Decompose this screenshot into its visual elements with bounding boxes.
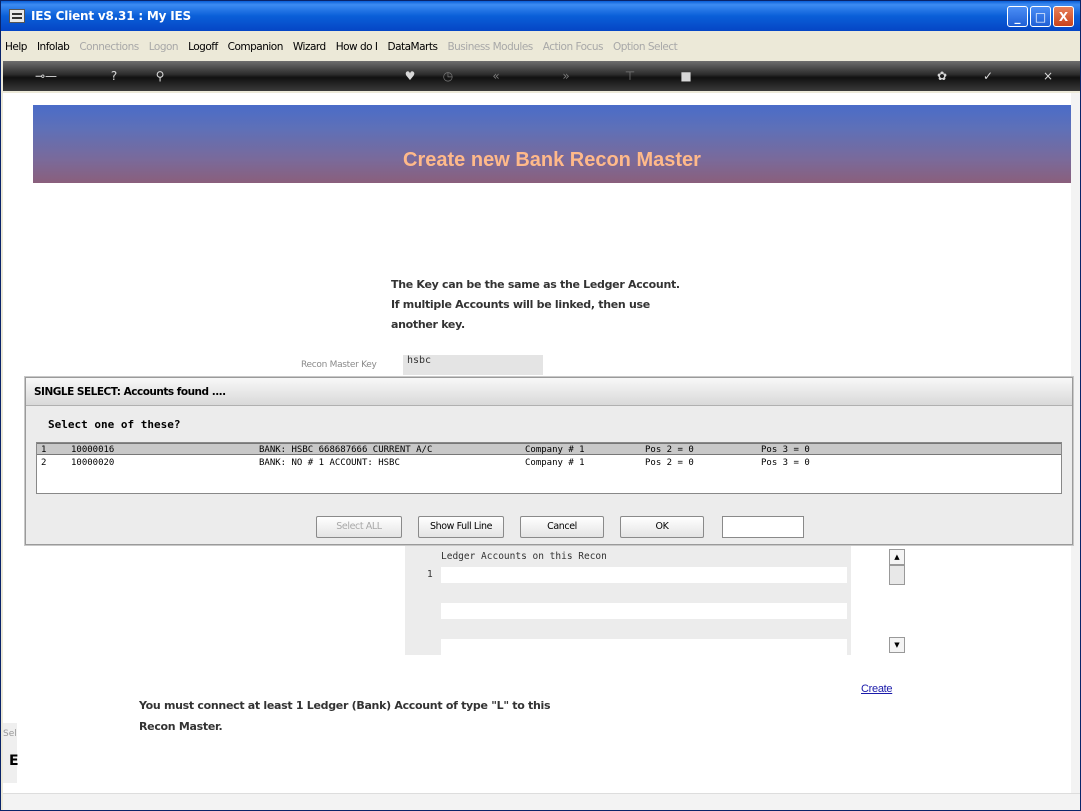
menu-action-focus: Action Focus xyxy=(542,41,604,53)
rewind-icon[interactable]: « xyxy=(487,68,505,84)
filter-input[interactable] xyxy=(722,516,804,538)
menu-help[interactable]: Help xyxy=(5,41,27,53)
close-button[interactable]: X xyxy=(1053,6,1074,27)
menu-business-modules: Business Modules xyxy=(447,41,533,53)
menu-bar: Help Infolab Connections Logon Logoff Co… xyxy=(5,37,687,57)
accounts-list: 1 10000016 BANK: HSBC 668687666 CURRENT … xyxy=(36,442,1062,494)
search-icon[interactable]: ⚲ xyxy=(151,68,169,84)
info-text: The Key can be the same as the Ledger Ac… xyxy=(391,278,680,331)
warning-text: You must connect at least 1 Ledger (Bank… xyxy=(139,695,659,737)
menu-how-do-i[interactable]: How do I xyxy=(336,41,378,53)
menu-option-select: Option Select xyxy=(612,41,678,53)
warning-line-1: You must connect at least 1 Ledger (Bank… xyxy=(139,699,551,712)
select-all-button: Select ALL xyxy=(316,516,402,538)
scroll-up-arrow[interactable]: ▲ xyxy=(889,549,905,565)
row-index: 1 xyxy=(41,445,47,455)
maximize-button[interactable]: □ xyxy=(1030,6,1051,27)
row-description: BANK: HSBC 668687666 CURRENT A/C xyxy=(259,445,433,455)
list-item[interactable]: 1 10000016 BANK: HSBC 668687666 CURRENT … xyxy=(37,443,1061,455)
row-index: 2 xyxy=(41,458,47,468)
row-company: Company # 1 xyxy=(525,445,585,455)
row-company: Company # 1 xyxy=(525,458,585,468)
forward-icon[interactable]: » xyxy=(557,68,575,84)
menu-infolab[interactable]: Infolab xyxy=(37,41,70,53)
ledger-row[interactable] xyxy=(441,603,847,619)
ledger-accounts-list: Ledger Accounts on this Recon 1 xyxy=(405,545,851,655)
row-account: 10000016 xyxy=(71,445,115,455)
page-title: Create new Bank Recon Master xyxy=(403,149,701,171)
scroll-thumb[interactable] xyxy=(889,565,905,585)
key-icon[interactable]: ⊸— xyxy=(31,68,61,84)
help-icon[interactable]: ? xyxy=(105,68,123,84)
window-title: IES Client v8.31 : My IES xyxy=(31,9,191,23)
dialog-title-bar: SINGLE SELECT: Accounts found .... xyxy=(26,378,1072,406)
dialog-title: SINGLE SELECT: Accounts found .... xyxy=(34,386,226,398)
row-pos3: Pos 3 = 0 xyxy=(761,445,810,455)
menu-datamarts[interactable]: DataMarts xyxy=(387,41,437,53)
show-full-line-button[interactable]: Show Full Line xyxy=(418,516,504,538)
menu-connections: Connections xyxy=(79,41,139,53)
scroll-down-arrow[interactable]: ▼ xyxy=(889,637,905,653)
stop-icon[interactable]: ■ xyxy=(677,68,695,84)
page-banner: Create new Bank Recon Master xyxy=(33,105,1071,183)
app-window: IES Client v8.31 : My IES _ □ X Help Inf… xyxy=(0,0,1081,811)
heart-icon[interactable]: ♥ xyxy=(401,68,419,84)
recon-key-label: Recon Master Key xyxy=(301,360,377,370)
menu-companion[interactable]: Companion xyxy=(228,41,284,53)
row-description: BANK: NO # 1 ACCOUNT: HSBC xyxy=(259,458,400,468)
row-pos3: Pos 3 = 0 xyxy=(761,458,810,468)
check-icon[interactable]: ✓ xyxy=(979,68,997,84)
toolbar: ⊸— ? ⚲ ♥ ◷ « » ⊤ ■ ✿ ✓ × xyxy=(3,61,1080,91)
side-panel-label: Sel xyxy=(3,729,17,739)
ledger-row-number: 1 xyxy=(427,569,433,580)
side-panel-glyph: E xyxy=(9,753,19,769)
gear-icon[interactable]: ✿ xyxy=(933,68,951,84)
tree-icon[interactable]: ⊤ xyxy=(621,68,639,84)
title-bar: IES Client v8.31 : My IES _ □ X xyxy=(1,1,1080,31)
menu-wizard[interactable]: Wizard xyxy=(293,41,326,53)
dialog-prompt: Select one of these? xyxy=(48,418,181,431)
close-icon[interactable]: × xyxy=(1039,68,1057,84)
menu-logon: Logon xyxy=(148,41,179,53)
create-link[interactable]: Create xyxy=(861,683,893,695)
ledger-list-header: Ledger Accounts on this Recon xyxy=(441,551,607,562)
app-icon xyxy=(9,9,25,23)
clock-icon[interactable]: ◷ xyxy=(439,68,457,84)
row-pos2: Pos 2 = 0 xyxy=(645,445,694,455)
list-item[interactable]: 2 10000020 BANK: NO # 1 ACCOUNT: HSBC Co… xyxy=(37,457,1061,469)
minimize-button[interactable]: _ xyxy=(1007,6,1028,27)
warning-line-2: Recon Master. xyxy=(139,720,223,733)
cancel-button[interactable]: Cancel xyxy=(520,516,604,538)
ok-button[interactable]: OK xyxy=(620,516,704,538)
status-bar xyxy=(3,793,1080,810)
accounts-select-dialog: SINGLE SELECT: Accounts found .... Selec… xyxy=(25,377,1073,545)
window-controls: _ □ X xyxy=(1007,6,1074,27)
menu-logoff[interactable]: Logoff xyxy=(188,41,218,53)
ledger-row[interactable] xyxy=(441,567,847,583)
row-account: 10000020 xyxy=(71,458,115,468)
row-pos2: Pos 2 = 0 xyxy=(645,458,694,468)
recon-key-input[interactable]: hsbc xyxy=(403,355,543,375)
ledger-row[interactable] xyxy=(441,639,847,655)
